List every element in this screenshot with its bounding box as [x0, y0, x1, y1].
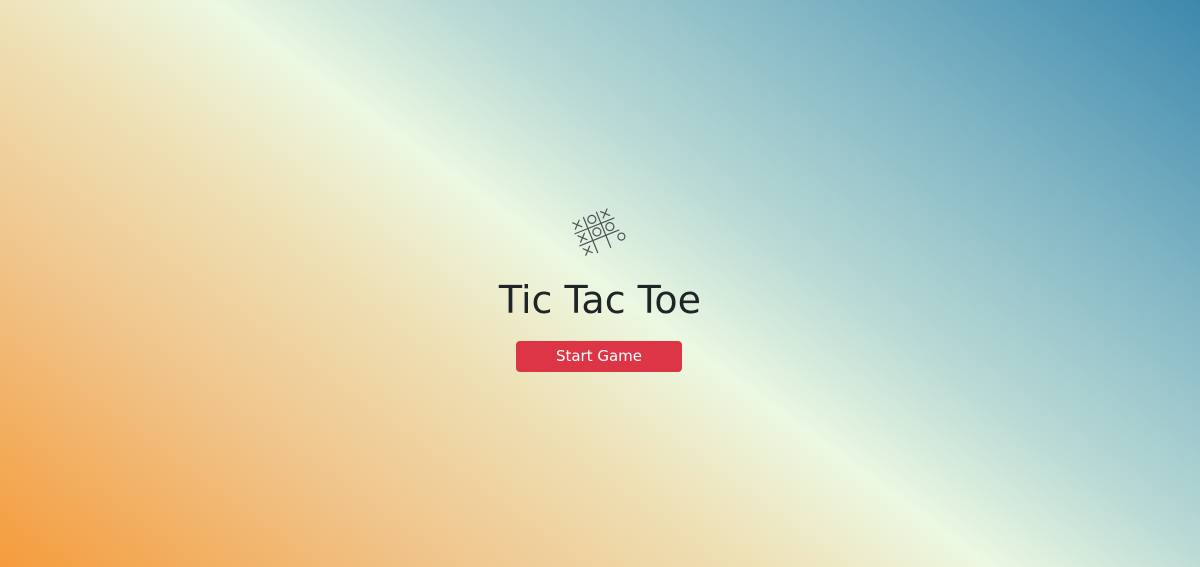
landing-screen: Tic Tac Toe Start Game	[0, 0, 1200, 567]
page-title: Tic Tac Toe	[498, 278, 702, 322]
tic-tac-toe-grid-icon	[572, 208, 626, 256]
start-game-button[interactable]: Start Game	[516, 341, 682, 372]
